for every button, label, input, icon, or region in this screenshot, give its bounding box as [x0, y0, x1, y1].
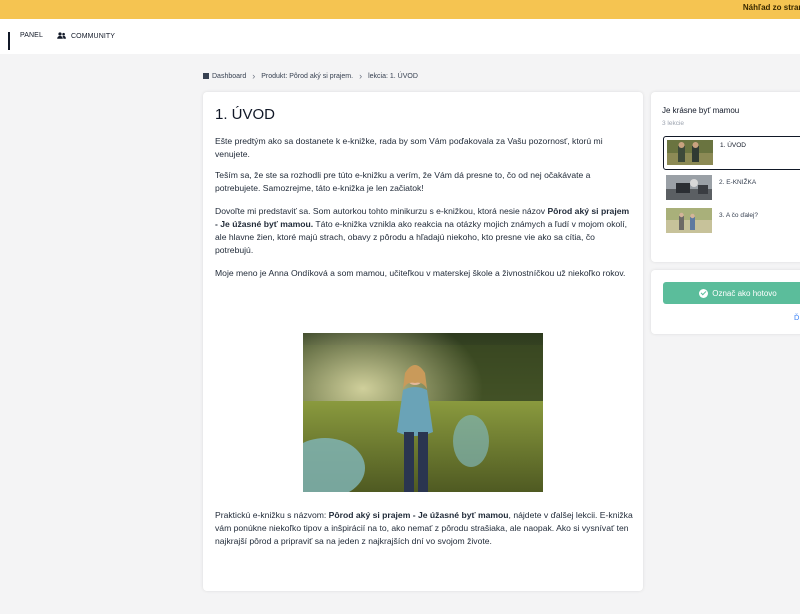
course-sidebar: Je krásne byť mamou 3 lekcie 1. ÚVOD 2. … [651, 92, 800, 262]
breadcrumb: Dashboard › Produkt: Pôrod aký si prajem… [203, 71, 418, 81]
sidebar-lesson-item-e-knizka[interactable]: 2. E-KNIŽKA [666, 175, 800, 204]
grid-icon [8, 32, 15, 50]
nav-community-link[interactable]: COMMUNITY [57, 32, 115, 41]
nav-panel-label: PANEL [20, 32, 43, 39]
course-title: Je krásne byť mamou [662, 106, 740, 115]
lesson-photo [303, 333, 543, 492]
mark-done-button[interactable]: Označ ako hotovo [663, 282, 800, 304]
lesson-count: 3 lekcie [662, 120, 685, 127]
breadcrumb-current-lesson: lekcia: 1. ÚVOD [368, 72, 418, 80]
lesson-thumbnail [666, 208, 712, 233]
breadcrumb-dashboard[interactable]: Dashboard [212, 73, 246, 80]
lesson-paragraph: Moje meno je Anna Ondíková a som mamou, … [215, 268, 626, 278]
top-navigation: PANEL COMMUNITY [0, 19, 800, 54]
sidebar-lesson-label: 1. ÚVOD [720, 142, 747, 149]
sidebar-lesson-label: 3. A čo ďalej? [719, 212, 759, 219]
lesson-title: 1. ÚVOD [215, 106, 276, 123]
sidebar-lesson-item-uvod[interactable]: 1. ÚVOD [663, 136, 800, 170]
lesson-thumbnail [667, 140, 713, 165]
lesson-paragraph: Teším sa, že ste sa rozhodli pre túto e-… [215, 170, 591, 193]
book-title-bold: Pôrod aký si prajem - Je úžasné byť mamo… [328, 510, 509, 520]
preview-banner-text: Náhľad zo strany z [742, 3, 800, 12]
lesson-paragraph-intro: Dovoľte mi predstaviť sa. Som autorkou t… [215, 206, 630, 255]
lesson-paragraph-closing: Praktickú e-knižku s názvom: Pôrod aký s… [215, 510, 633, 546]
sidebar-lesson-item-a-co-dalej[interactable]: 3. A čo ďalej? [666, 208, 800, 237]
lesson-content-card: 1. ÚVOD Ešte predtým ako sa dostanete k … [203, 92, 643, 591]
dashboard-grid-icon [203, 73, 209, 79]
breadcrumb-product[interactable]: Produkt: Pôrod aký si prajem. [261, 73, 353, 80]
sidebar-lesson-label: 2. E-KNIŽKA [719, 179, 757, 186]
lesson-thumbnail [666, 175, 712, 200]
check-circle-icon [699, 288, 709, 298]
next-lesson-link[interactable]: Ď [794, 313, 799, 322]
lesson-paragraph: Ešte predtým ako sa dostanete k e-knižke… [215, 136, 603, 159]
preview-banner: Náhľad zo strany z [0, 0, 800, 19]
users-icon [57, 32, 66, 41]
chevron-right-icon: › [359, 71, 363, 81]
nav-community-label: COMMUNITY [71, 33, 116, 40]
chevron-right-icon: › [252, 71, 256, 81]
lesson-actions-card: Označ ako hotovo Ď [651, 270, 800, 334]
mark-done-label: Označ ako hotovo [712, 288, 777, 298]
nav-panel-link[interactable]: PANEL [8, 32, 43, 50]
